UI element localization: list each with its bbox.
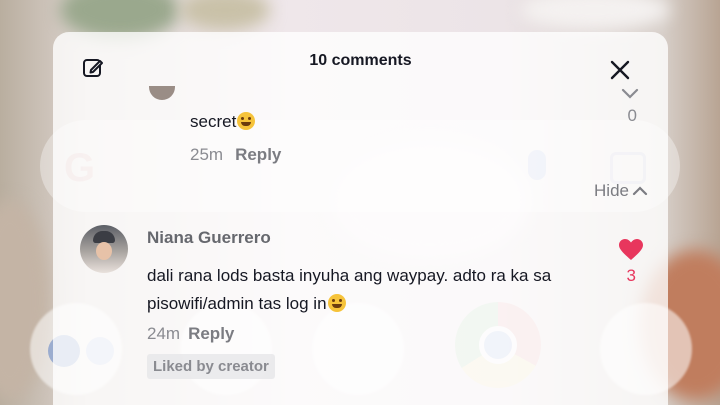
reply-like-count: 0 <box>627 106 637 125</box>
comments-header: 10 comments <box>53 32 668 90</box>
comment-meta: 24m Reply <box>147 324 234 344</box>
comment-like-count: 3 <box>626 266 636 285</box>
reply-comment-time: 25m <box>190 145 224 164</box>
avatar[interactable] <box>80 225 128 273</box>
heart-icon[interactable] <box>618 238 644 262</box>
previous-avatar <box>149 86 175 100</box>
reply-comment-meta: 25m Reply <box>190 145 281 165</box>
grinning-sweat-emoji <box>237 112 256 130</box>
comments-sheet: 10 comments secret 25m Reply 0 Hide Niana… <box>53 32 668 405</box>
reply-comment-body: secret <box>190 112 237 131</box>
liked-by-creator-badge: Liked by creator <box>147 354 275 379</box>
comment-body: dali rana lods basta inyuha ang waypay. … <box>147 266 552 313</box>
chevron-up-icon <box>632 186 648 196</box>
hide-label: Hide <box>594 181 629 200</box>
close-icon[interactable] <box>608 58 632 82</box>
comment-text: dali rana lods basta inyuha ang waypay. … <box>147 262 597 318</box>
reply-comment-text: secret <box>190 112 256 132</box>
comments-count-title: 10 comments <box>309 52 412 69</box>
grinning-emoji <box>327 294 346 312</box>
comment-reply-button[interactable]: Reply <box>188 324 234 343</box>
comment-time: 24m <box>147 324 181 343</box>
hide-replies-button[interactable]: Hide <box>594 181 648 201</box>
reply-button[interactable]: Reply <box>235 145 281 164</box>
comment-username[interactable]: Niana Guerrero <box>147 228 271 248</box>
chevron-down-icon[interactable] <box>620 87 640 101</box>
